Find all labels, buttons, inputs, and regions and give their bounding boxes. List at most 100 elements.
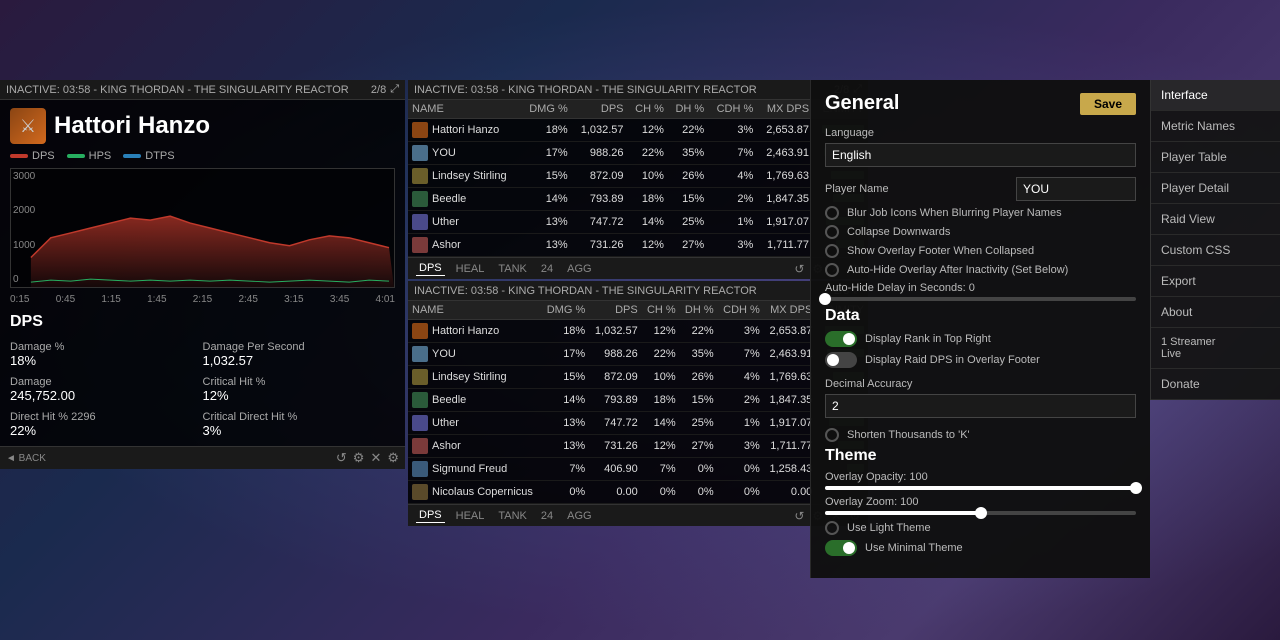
cell-dmg_pct: 13% — [541, 435, 589, 458]
cell-dh: 35% — [680, 343, 718, 366]
table-row[interactable]: Uther13%747.7214%25%1%1,917.07 — [408, 412, 868, 435]
table-row[interactable]: Ashor13%731.2612%27%3%1,711.77 — [408, 234, 868, 257]
sidebar-item-streamer-live[interactable]: 1 StreamerLive — [1151, 328, 1280, 369]
tab-tank-2[interactable]: TANK — [495, 509, 530, 523]
minimal-theme-row: Use Minimal Theme — [825, 540, 1136, 556]
player-header: ⚔ Hattori Hanzo — [0, 100, 405, 148]
stat-damage-label: Damage — [10, 376, 203, 388]
sidebar-item-donate[interactable]: Donate — [1151, 369, 1280, 400]
cell-dmg_pct: 14% — [541, 389, 589, 412]
sidebar-item-player-table[interactable]: Player Table — [1151, 142, 1280, 173]
show-footer-row: Show Overlay Footer When Collapsed — [825, 244, 1136, 258]
light-theme-radio[interactable] — [825, 521, 839, 535]
gear-icon[interactable]: ⚙ — [387, 450, 399, 466]
close-icon[interactable]: ✕ — [370, 450, 381, 466]
left-panel-header: INACTIVE: 03:58 - KING THORDAN - THE SIN… — [0, 80, 405, 100]
cell-dps: 793.89 — [572, 188, 628, 211]
player-name-cell: Uther — [432, 216, 459, 228]
reset-icon-2[interactable]: ↺ — [794, 509, 804, 523]
settings-icon[interactable]: ⚙ — [353, 450, 365, 466]
table-row[interactable]: Beedle14%793.8918%15%2%1,847.35 — [408, 389, 868, 412]
tab-agg-1[interactable]: AGG — [564, 262, 594, 276]
cell-mx_dps: 1,847.35 — [764, 389, 817, 412]
overlay-opacity-track[interactable] — [825, 486, 1136, 490]
cell-dps: 793.89 — [589, 389, 642, 412]
overlay-opacity-thumb[interactable] — [1130, 482, 1142, 494]
tab-24-2[interactable]: 24 — [538, 509, 556, 523]
player-name-cell: YOU — [432, 147, 456, 159]
sidebar-item-metric-names[interactable]: Metric Names — [1151, 111, 1280, 142]
dps-chart: 3000 2000 1000 0 — [10, 168, 395, 288]
overlay-zoom-track[interactable] — [825, 511, 1136, 515]
show-footer-radio[interactable] — [825, 244, 839, 258]
blur-job-radio[interactable] — [825, 206, 839, 220]
col2-dmg-pct: DMG % — [541, 301, 589, 320]
table-row[interactable]: Hattori Hanzo18%1,032.5712%22%3%2,653.87 — [408, 320, 868, 343]
tab-heal-1[interactable]: HEAL — [453, 262, 488, 276]
settings-title: General — [825, 92, 899, 115]
cell-cdh: 0% — [718, 481, 764, 504]
minimal-theme-toggle[interactable] — [825, 540, 857, 556]
collapse-down-radio[interactable] — [825, 225, 839, 239]
tab-heal-2[interactable]: HEAL — [453, 509, 488, 523]
table-row[interactable]: Nicolaus Copernicus0%0.000%0%0%0.00 — [408, 481, 868, 504]
reset-icon-1[interactable]: ↺ — [794, 262, 804, 276]
cell-mx_dps: 1,769.63 — [764, 366, 817, 389]
sidebar-item-interface[interactable]: Interface — [1151, 80, 1280, 111]
tab-dps-1[interactable]: DPS — [416, 261, 445, 276]
job-icon — [412, 438, 428, 454]
table-row[interactable]: Lindsey Stirling15%872.0910%26%4%1,769.6… — [408, 165, 868, 188]
auto-hide-slider-thumb[interactable] — [819, 293, 831, 305]
chart-y-labels: 3000 2000 1000 0 — [13, 169, 35, 287]
tab-24-1[interactable]: 24 — [538, 262, 556, 276]
reset-icon[interactable]: ↺ — [336, 450, 347, 466]
tab-dps-2[interactable]: DPS — [416, 508, 445, 523]
table-row[interactable]: Lindsey Stirling15%872.0910%26%4%1,769.6… — [408, 366, 868, 389]
table-row[interactable]: YOU17%988.2622%35%7%2,463.91 — [408, 343, 868, 366]
overlay-zoom-thumb[interactable] — [975, 507, 987, 519]
table-widget-1: INACTIVE: 03:58 - KING THORDAN - THE SIN… — [408, 80, 868, 279]
sidebar-item-raid-view[interactable]: Raid View — [1151, 204, 1280, 235]
raid-dps-footer-toggle[interactable] — [825, 352, 857, 368]
decimal-accuracy-select[interactable]: 2 — [825, 394, 1136, 418]
cell-dh: 25% — [668, 211, 708, 234]
player-job-symbol: ⚔ — [20, 116, 36, 137]
language-select[interactable]: English — [825, 143, 1136, 167]
col2-dps: DPS — [589, 301, 642, 320]
player-name-row: Player Name — [825, 177, 1136, 201]
table-row[interactable]: Hattori Hanzo18%1,032.5712%22%3%2,653.87 — [408, 119, 868, 142]
cell-ch: 7% — [642, 458, 680, 481]
table2-footer: DPS HEAL TANK 24 AGG ↺ ⚙ ✕ ⚙ — [408, 504, 868, 526]
shorten-thousands-radio[interactable] — [825, 428, 839, 442]
cell-dmg_pct: 17% — [521, 142, 572, 165]
expand-icon[interactable]: ⤢ — [390, 83, 399, 96]
player-name-input[interactable] — [1016, 177, 1136, 201]
col-cdh: CDH % — [708, 100, 757, 119]
cell-dh: 15% — [680, 389, 718, 412]
tab-tank-1[interactable]: TANK — [495, 262, 530, 276]
table-row[interactable]: Sigmund Freud7%406.907%0%0%1,258.43 — [408, 458, 868, 481]
table-row[interactable]: YOU17%988.2622%35%7%2,463.91 — [408, 142, 868, 165]
sidebar-item-export[interactable]: Export — [1151, 266, 1280, 297]
table-row[interactable]: Uther13%747.7214%25%1%1,917.07 — [408, 211, 868, 234]
overlay-opacity-label: Overlay Opacity: 100 — [825, 471, 1136, 483]
job-icon — [412, 214, 428, 230]
rank-top-right-toggle[interactable] — [825, 331, 857, 347]
table-row[interactable]: Beedle14%793.8918%15%2%1,847.35 — [408, 188, 868, 211]
sidebar-item-about[interactable]: About — [1151, 297, 1280, 328]
table-row[interactable]: Ashor13%731.2612%27%3%1,711.77 — [408, 435, 868, 458]
save-button[interactable]: Save — [1080, 93, 1136, 115]
auto-hide-label: Auto-Hide Overlay After Inactivity (Set … — [847, 264, 1136, 276]
sidebar-item-player-detail[interactable]: Player Detail — [1151, 173, 1280, 204]
auto-hide-slider-track[interactable] — [825, 297, 1136, 301]
sidebar-item-custom-css[interactable]: Custom CSS — [1151, 235, 1280, 266]
stat-dps-label: Damage Per Second — [203, 341, 396, 353]
tab-agg-2[interactable]: AGG — [564, 509, 594, 523]
stats-grid: Damage % 18% Damage Per Second 1,032.57 … — [0, 333, 405, 446]
cell-dh: 15% — [668, 188, 708, 211]
job-icon — [412, 168, 428, 184]
auto-hide-radio[interactable] — [825, 263, 839, 277]
back-button[interactable]: ◄ BACK — [6, 453, 46, 464]
table2-body: Hattori Hanzo18%1,032.5712%22%3%2,653.87… — [408, 320, 868, 504]
cell-cdh: 2% — [718, 389, 764, 412]
